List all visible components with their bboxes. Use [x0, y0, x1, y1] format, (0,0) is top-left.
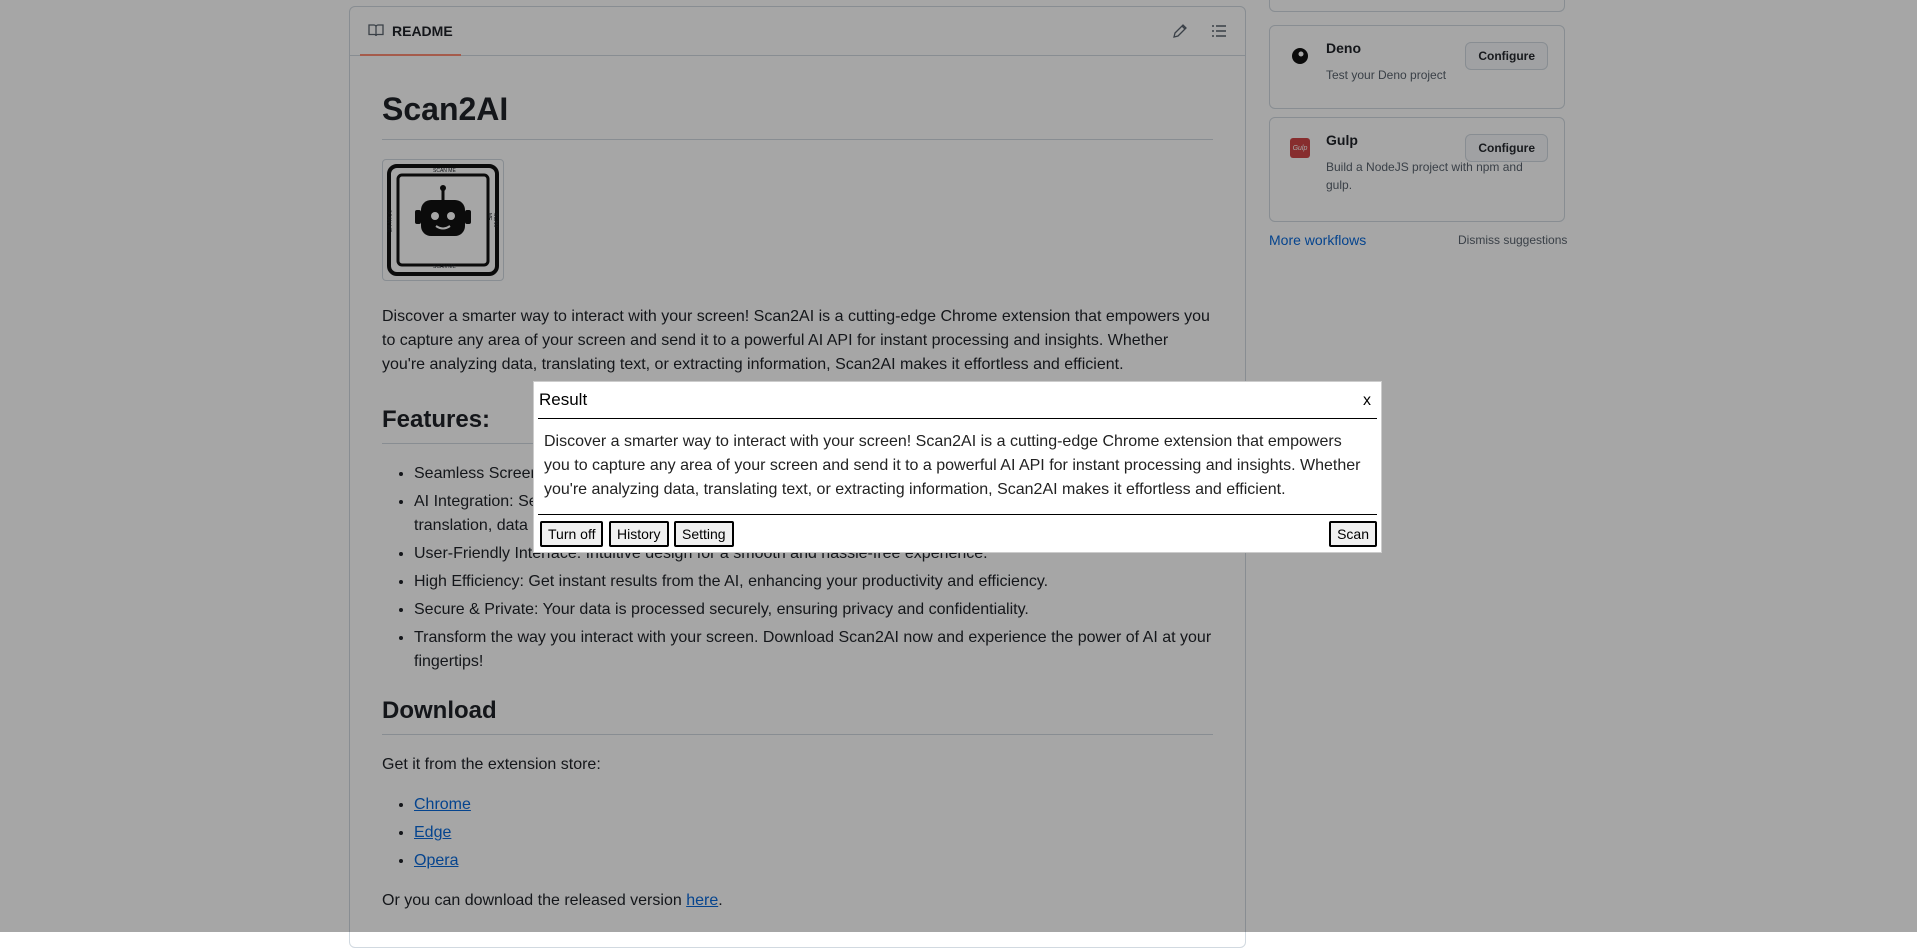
setting-button[interactable]: Setting [674, 521, 734, 547]
close-button[interactable]: x [1363, 392, 1371, 410]
result-dialog: Result x Discover a smarter way to inter… [533, 381, 1382, 553]
scan-button[interactable]: Scan [1329, 521, 1377, 547]
dialog-result-text: Discover a smarter way to interact with … [544, 433, 1361, 498]
dialog-divider [538, 418, 1377, 419]
dialog-divider [538, 514, 1377, 515]
turn-off-button[interactable]: Turn off [540, 521, 604, 547]
history-button[interactable]: History [609, 521, 669, 547]
dialog-title: Result [539, 390, 588, 409]
